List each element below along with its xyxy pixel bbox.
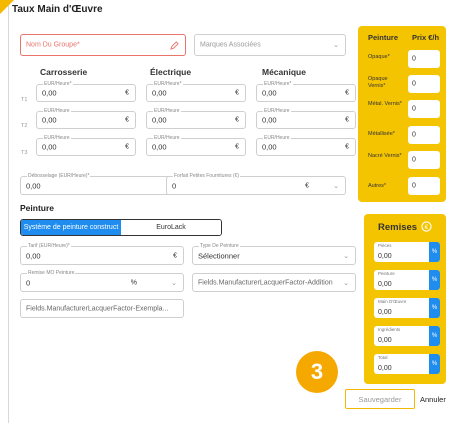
rate-t3-carrosserie[interactable]: EUR/Heure 0,00 €: [36, 135, 136, 156]
remise-peinture-input[interactable]: Peinture 0,00%: [374, 270, 440, 290]
edit-pencil-icon[interactable]: [170, 41, 179, 50]
save-button[interactable]: Sauvegarder: [345, 389, 415, 409]
manufacturer-factor-example-input[interactable]: Fields.ManufacturerLacquerFactor-Exempla…: [20, 299, 184, 318]
paint-type-select[interactable]: Type De Peinture Sélectionner ⌄: [192, 243, 356, 265]
rate-t3-mecanique[interactable]: EUR/Heure 0,00 €: [256, 135, 356, 156]
associated-brands-select[interactable]: Marques Associées ⌄: [194, 34, 346, 56]
peinture-section-title: Peinture: [20, 203, 55, 213]
paint-row-label: Opaque Vernis*: [368, 76, 388, 89]
paint-row-label: Opaque*: [368, 54, 390, 60]
chevron-down-icon: ⌄: [343, 279, 349, 287]
paint-panel-header-peinture: Peinture: [368, 33, 399, 42]
rate-t1-carrosserie[interactable]: EUR/Heure* 0,00 €: [36, 81, 136, 102]
rate-t1-electrique[interactable]: EUR/Heure* 0,00 €: [146, 81, 246, 102]
step-number-badge: 3: [296, 351, 338, 393]
chevron-down-icon: ⌄: [171, 279, 177, 287]
svg-text:€: €: [425, 224, 429, 231]
rate-t3-electrique[interactable]: EUR/Heure 0,00 €: [146, 135, 246, 156]
chevron-down-icon: ⌄: [333, 42, 339, 49]
paint-price-panel: Peinture Prix €/h Opaque* 0 Opaque Verni…: [358, 26, 446, 202]
column-header-carrosserie: Carrosserie: [40, 67, 88, 77]
row-label: T1: [21, 97, 28, 103]
remise-main-oeuvre-input[interactable]: Main D'Œuvre 0,00%: [374, 298, 440, 318]
paint-price-opaque-input[interactable]: 0: [408, 50, 440, 68]
paint-price-autres-input[interactable]: 0: [408, 177, 440, 195]
paint-system-option-constructor[interactable]: Système de peinture construct: [21, 220, 121, 235]
paint-price-opaque-vernis-input[interactable]: 0: [408, 75, 440, 93]
paint-panel-header-price: Prix €/h: [412, 33, 440, 42]
paint-price-metallisee-input[interactable]: 0: [408, 126, 440, 144]
chevron-down-icon: ⌄: [333, 182, 339, 190]
column-header-mecanique: Mécanique: [262, 67, 306, 77]
group-name-input[interactable]: Nom Du Groupe*: [20, 34, 186, 56]
discount-coin-icon: €: [421, 221, 432, 232]
rate-t1-mecanique[interactable]: EUR/Heure* 0,00 €: [256, 81, 356, 102]
paint-system-option-eurolack[interactable]: EuroLack: [121, 220, 221, 235]
forfait-fournitures-input[interactable]: Forfait Petites Fournitures (€) 0 € ⌄: [166, 173, 346, 195]
remise-total-input[interactable]: Total 0,00%: [374, 354, 440, 374]
paint-row-label: Métallisée*: [368, 131, 395, 137]
paint-row-label: Métal. Vernis*: [368, 101, 402, 107]
rate-t2-mecanique[interactable]: EUR/Heure 0,00 €: [256, 108, 356, 129]
debosselage-input[interactable]: Débosselage (EUR/Heure)*0,00€: [20, 173, 184, 195]
page-title: Taux Main d'Œuvre: [12, 4, 103, 15]
row-label: T3: [21, 150, 28, 156]
paint-row-label: Nacré Vernis*: [368, 153, 402, 159]
row-label: T2: [21, 123, 28, 129]
cancel-button[interactable]: Annuler: [420, 395, 446, 404]
remise-mo-peinture-input[interactable]: Remise MO Peinture 0% ⌄: [20, 270, 184, 292]
paint-price-nacre-vernis-input[interactable]: 0: [408, 151, 440, 169]
column-header-electrique: Électrique: [150, 67, 192, 77]
paint-row-label: Autres*: [368, 183, 387, 189]
tarif-input[interactable]: Tarif (EUR/Heure)* 0,00 €: [20, 243, 184, 265]
remise-pieces-input[interactable]: Pièces 0,00%: [374, 242, 440, 262]
paint-system-toggle: Système de peinture construct EuroLack: [20, 219, 222, 236]
manufacturer-factor-addition-select[interactable]: Fields.ManufacturerLacquerFactor-Additio…: [192, 273, 356, 292]
rate-t2-carrosserie[interactable]: EUR/Heure 0,00 €: [36, 108, 136, 129]
remises-panel: Remises € Pièces 0,00% Peinture 0,00% Main…: [364, 214, 446, 384]
paint-price-metal-vernis-input[interactable]: 0: [408, 100, 440, 118]
chevron-down-icon: ⌄: [343, 252, 349, 260]
rate-t2-electrique[interactable]: EUR/Heure 0,00 €: [146, 108, 246, 129]
remises-title: Remises: [378, 222, 418, 233]
remise-ingredients-input[interactable]: Ingrédients 0,00%: [374, 326, 440, 346]
